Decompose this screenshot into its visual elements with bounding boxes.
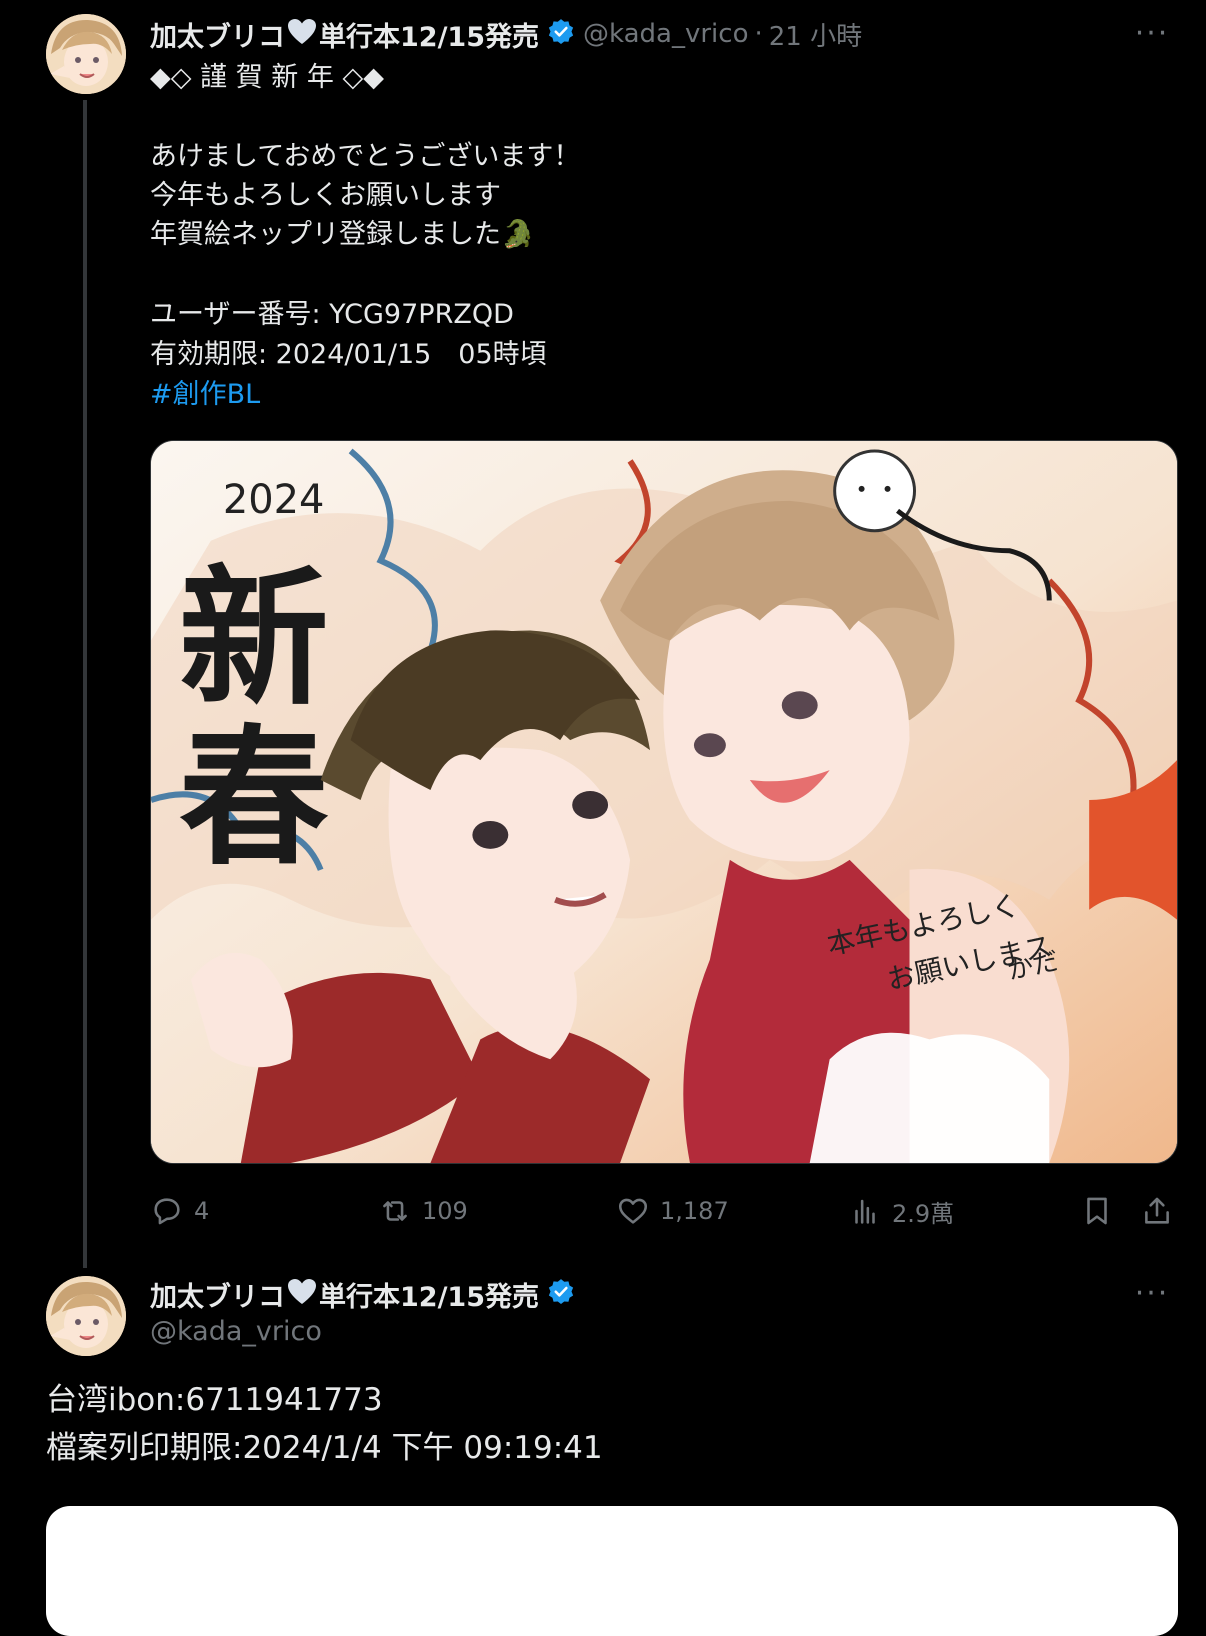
heart-emoji-icon (287, 1278, 317, 1310)
more-options-icon[interactable]: ··· (1134, 19, 1170, 49)
tweet-header: 加太ブリコ 単行本12/15発売 @kada_vrico · 21 小時 (150, 14, 862, 54)
separator-dot: · (754, 19, 763, 49)
tweet-image[interactable]: 2024 新 春 本年もよろしく お願いしまス かだ (150, 440, 1178, 1164)
verified-badge-icon[interactable] (547, 18, 575, 50)
like-button[interactable]: 1,187 (616, 1186, 729, 1236)
tweet-1: 加太ブリコ 単行本12/15発売 @kada_vrico · 21 小時 ···… (0, 0, 1206, 1268)
tweet-text-line: ユーザー番号: YCG97PRZQD (150, 299, 514, 330)
reply-count: 4 (194, 1197, 210, 1225)
display-name[interactable]: 加太ブリコ (150, 1275, 285, 1314)
share-icon (1145, 1197, 1169, 1224)
heart-icon (618, 1198, 648, 1224)
heart-emoji-icon (287, 18, 317, 50)
tweet-text-line: 檔案列印期限:2024/1/4 下午 09:19:41 (46, 1430, 603, 1466)
display-name-suffix[interactable]: 単行本12/15発売 (319, 15, 539, 54)
thread-connector (83, 100, 87, 1268)
display-name-suffix[interactable]: 単行本12/15発売 (319, 1275, 539, 1314)
display-name[interactable]: 加太ブリコ (150, 15, 285, 54)
tweet-text-line: ◆◇ 謹 賀 新 年 ◇◆ (150, 62, 384, 93)
image-year-text: 2024 (223, 477, 325, 523)
tweet-text-line: 有効期限: 2024/01/15 05時頃 (150, 339, 547, 370)
image-big-text-2: 春 (179, 712, 329, 886)
tweet-text-line: 今年もよろしくお願いします (150, 180, 501, 211)
reply-icon (154, 1198, 180, 1225)
retweet-icon (383, 1201, 407, 1221)
views-count: 2.9萬 (892, 1199, 955, 1228)
tweet-timestamp[interactable]: 21 小時 (769, 16, 862, 53)
tweet-text-line: 台湾ibon:6711941773 (46, 1382, 383, 1418)
tweet-header: 加太ブリコ 単行本12/15発売 (150, 1274, 575, 1314)
tweet-text-line: あけましておめでとうございます！ (150, 141, 581, 172)
author-avatar[interactable] (46, 1276, 126, 1356)
retweet-count: 109 (422, 1197, 468, 1225)
bookmark-button[interactable] (1080, 1186, 1124, 1236)
new-year-illustration: 2024 新 春 本年もよろしく お願いしまス かだ (151, 441, 1177, 1163)
analytics-icon (855, 1199, 875, 1224)
author-handle[interactable]: @kada_vrico (583, 19, 748, 49)
verified-badge-icon[interactable] (547, 1278, 575, 1310)
avatar-illustration (46, 14, 126, 94)
more-options-icon[interactable]: ··· (1134, 1279, 1170, 1309)
like-count: 1,187 (660, 1197, 729, 1225)
hashtag-link[interactable]: #創作BL (150, 375, 260, 415)
reply-button[interactable]: 4 (150, 1186, 209, 1236)
share-button[interactable] (1140, 1186, 1184, 1236)
tweet-2: 加太ブリコ 単行本12/15発売 ··· @kada_vrico 台湾ibon:… (0, 1270, 1206, 1636)
author-avatar[interactable] (46, 14, 126, 94)
tweet-actions-bar: 4 109 1,187 2.9萬 (150, 1186, 1190, 1236)
views-button[interactable]: 2.9萬 (848, 1186, 954, 1236)
image-big-text-1: 新 (179, 552, 329, 726)
retweet-button[interactable]: 109 (378, 1186, 468, 1236)
tweet-text-line: 年賀絵ネップリ登録しました🐊 (150, 219, 535, 250)
media-card-preview[interactable] (46, 1506, 1178, 1636)
author-handle[interactable]: @kada_vrico (150, 1316, 322, 1347)
bookmark-icon (1087, 1197, 1107, 1225)
avatar-illustration (46, 1276, 126, 1356)
